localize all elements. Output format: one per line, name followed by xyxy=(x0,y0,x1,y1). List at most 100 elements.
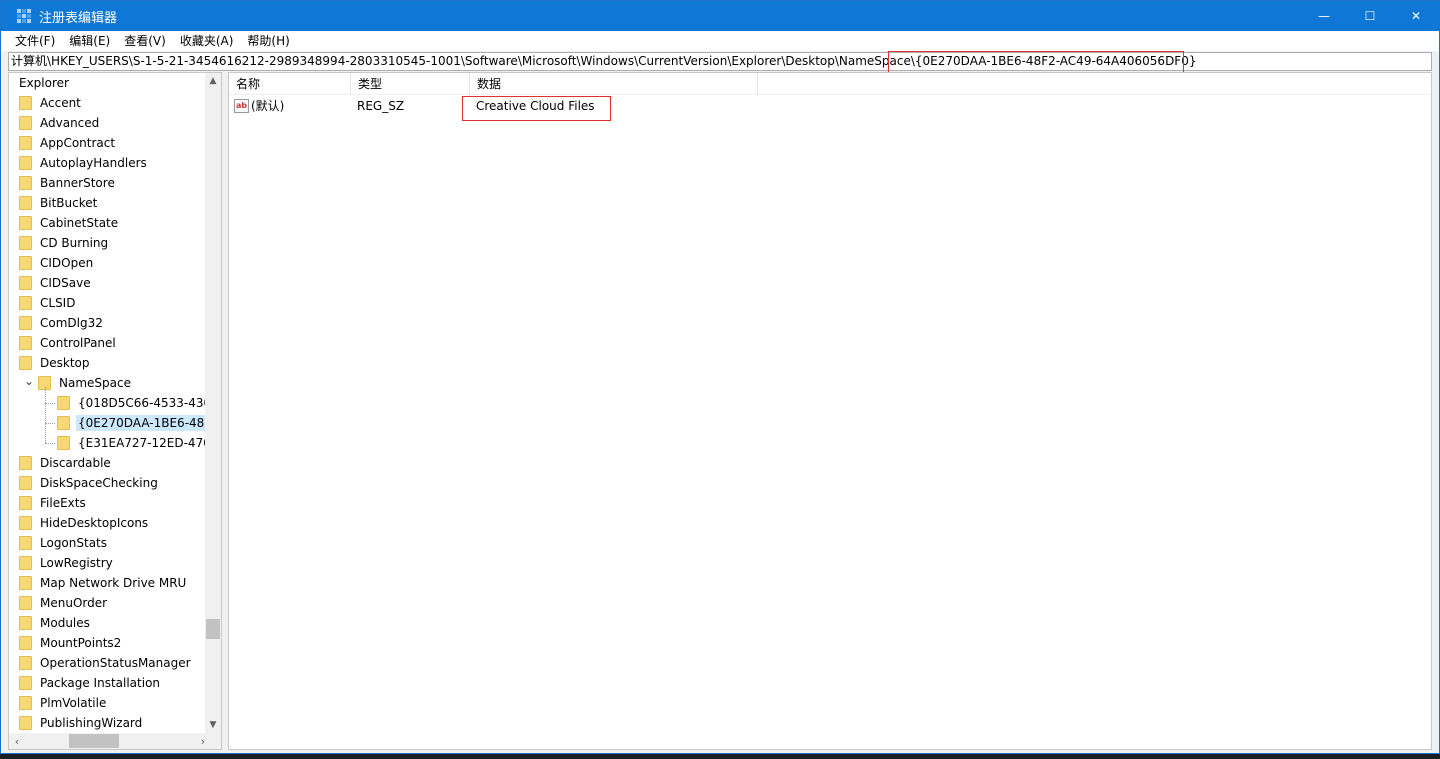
folder-icon xyxy=(19,576,32,590)
tree-item[interactable]: BannerStore xyxy=(9,173,207,193)
tree-item[interactable]: CabinetState xyxy=(9,213,207,233)
folder-icon xyxy=(19,116,32,130)
tree-item-label: HideDesktopIcons xyxy=(40,516,149,530)
values-list-pane: 名称 类型 数据 ab (默认) REG_SZ Creative Cloud F… xyxy=(228,72,1432,750)
tree-item-label: LogonStats xyxy=(40,536,108,550)
tree-item-label: OperationStatusManager xyxy=(40,656,191,670)
tree-item[interactable]: AppContract xyxy=(9,133,207,153)
tree-item[interactable]: Modules xyxy=(9,613,207,633)
menu-bar: 文件(F) 编辑(E) 查看(V) 收藏夹(A) 帮助(H) xyxy=(1,31,1439,51)
value-name-cell: ab (默认) xyxy=(229,95,351,117)
tree-item[interactable]: CLSID xyxy=(9,293,207,313)
tree-item[interactable]: CIDOpen xyxy=(9,253,207,273)
tree-item-explorer[interactable]: Explorer xyxy=(9,73,207,93)
tree-item[interactable]: CD Burning xyxy=(9,233,207,253)
tree-item[interactable]: OperationStatusManager xyxy=(9,653,207,673)
tree-item[interactable]: {E31EA727-12ED-4702 xyxy=(9,433,207,453)
tree-item[interactable]: MenuOrder xyxy=(9,593,207,613)
tree-item-label: Map Network Drive MRU xyxy=(40,576,187,590)
folder-icon xyxy=(19,216,32,230)
column-header-data[interactable]: 数据 xyxy=(470,72,758,95)
scroll-right-icon[interactable]: › xyxy=(195,733,211,749)
tree-item-label: CIDSave xyxy=(40,276,91,290)
tree-item[interactable]: Desktop xyxy=(9,353,207,373)
tree-item-label: DiskSpaceChecking xyxy=(40,476,158,490)
tree-item[interactable]: Package Installation xyxy=(9,673,207,693)
folder-icon xyxy=(19,136,32,150)
tree-item[interactable]: {018D5C66-4533-4307 xyxy=(9,393,207,413)
minimize-icon: — xyxy=(1318,9,1330,23)
folder-icon xyxy=(19,336,32,350)
folder-icon xyxy=(57,396,70,410)
tree-item-label: Advanced xyxy=(40,116,100,130)
tree-item[interactable]: Advanced xyxy=(9,113,207,133)
tree-item[interactable]: PublishingWizard xyxy=(9,713,207,733)
menu-help[interactable]: 帮助(H) xyxy=(241,31,295,51)
folder-icon xyxy=(19,296,32,310)
folder-icon xyxy=(19,256,32,270)
tree-item[interactable]: MountPoints2 xyxy=(9,633,207,653)
tree-item-label: CabinetState xyxy=(40,216,119,230)
scroll-down-icon[interactable]: ▼ xyxy=(205,717,221,733)
menu-view[interactable]: 查看(V) xyxy=(118,31,172,51)
tree-vertical-scrollbar[interactable]: ▲ ▼ xyxy=(205,73,221,733)
tree-item[interactable]: LogonStats xyxy=(9,533,207,553)
column-header-type[interactable]: 类型 xyxy=(351,72,470,95)
folder-icon xyxy=(19,696,32,710)
title-bar[interactable]: 注册表编辑器 — ☐ ✕ xyxy=(1,1,1439,31)
close-button[interactable]: ✕ xyxy=(1393,1,1439,31)
folder-icon xyxy=(19,96,32,110)
tree-item[interactable]: ControlPanel xyxy=(9,333,207,353)
folder-icon xyxy=(19,716,32,730)
tree-horizontal-scrollbar[interactable]: ‹ › xyxy=(9,733,221,749)
scroll-up-icon[interactable]: ▲ xyxy=(205,73,221,89)
address-bar[interactable]: 计算机\HKEY_USERS\S-1-5-21-3454616212-29893… xyxy=(8,52,1432,71)
tree-item-label: Accent xyxy=(40,96,81,110)
menu-file[interactable]: 文件(F) xyxy=(9,31,61,51)
tree-item[interactable]: DiskSpaceChecking xyxy=(9,473,207,493)
tree-item-label: CLSID xyxy=(40,296,76,310)
tree-item[interactable]: HideDesktopIcons xyxy=(9,513,207,533)
tree-item-namespace[interactable]: ⌄ NameSpace xyxy=(9,373,207,393)
chevron-down-icon[interactable]: ⌄ xyxy=(24,373,34,389)
tree-vscroll-thumb[interactable] xyxy=(206,619,220,639)
value-row[interactable]: ab (默认) REG_SZ Creative Cloud Files xyxy=(229,95,1431,117)
tree-item[interactable]: Discardable xyxy=(9,453,207,473)
tree-item[interactable]: Accent xyxy=(9,93,207,113)
folder-icon xyxy=(19,476,32,490)
tree-item[interactable]: LowRegistry xyxy=(9,553,207,573)
column-header-name[interactable]: 名称 xyxy=(229,72,351,95)
folder-icon xyxy=(19,616,32,630)
folder-icon xyxy=(19,656,32,670)
tree-hscroll-thumb[interactable] xyxy=(69,734,119,748)
tree-item-label: BitBucket xyxy=(40,196,98,210)
tree-item-label: FileExts xyxy=(40,496,86,510)
tree-item-label: BannerStore xyxy=(40,176,115,190)
tree-item-label: CD Burning xyxy=(40,236,109,250)
tree-item-label: LowRegistry xyxy=(40,556,113,570)
folder-icon xyxy=(19,456,32,470)
tree-connector-line xyxy=(45,423,55,424)
tree-item[interactable]: ComDlg32 xyxy=(9,313,207,333)
tree-item[interactable]: FileExts xyxy=(9,493,207,513)
menu-edit[interactable]: 编辑(E) xyxy=(63,31,116,51)
tree-item-label: {E31EA727-12ED-4702 xyxy=(78,436,207,450)
tree-item[interactable]: BitBucket xyxy=(9,193,207,213)
tree-item[interactable]: Map Network Drive MRU xyxy=(9,573,207,593)
tree-item-label: {018D5C66-4533-4307 xyxy=(78,396,207,410)
folder-icon xyxy=(19,156,32,170)
minimize-button[interactable]: — xyxy=(1301,1,1347,31)
scroll-left-icon[interactable]: ‹ xyxy=(9,733,25,749)
folder-icon xyxy=(19,276,32,290)
menu-favorites[interactable]: 收藏夹(A) xyxy=(174,31,240,51)
values-list-header: 名称 类型 数据 xyxy=(229,72,1431,95)
maximize-button[interactable]: ☐ xyxy=(1347,1,1393,31)
tree-item[interactable]: AutoplayHandlers xyxy=(9,153,207,173)
folder-icon xyxy=(19,516,32,530)
tree-item[interactable]: CIDSave xyxy=(9,273,207,293)
tree-item[interactable]: PlmVolatile xyxy=(9,693,207,713)
folder-icon xyxy=(19,356,32,370)
tree-item-selected-key[interactable]: {0E270DAA-1BE6-48F2 xyxy=(9,413,207,433)
tree-item-label: AppContract xyxy=(40,136,116,150)
tree-connector-line xyxy=(45,403,55,404)
